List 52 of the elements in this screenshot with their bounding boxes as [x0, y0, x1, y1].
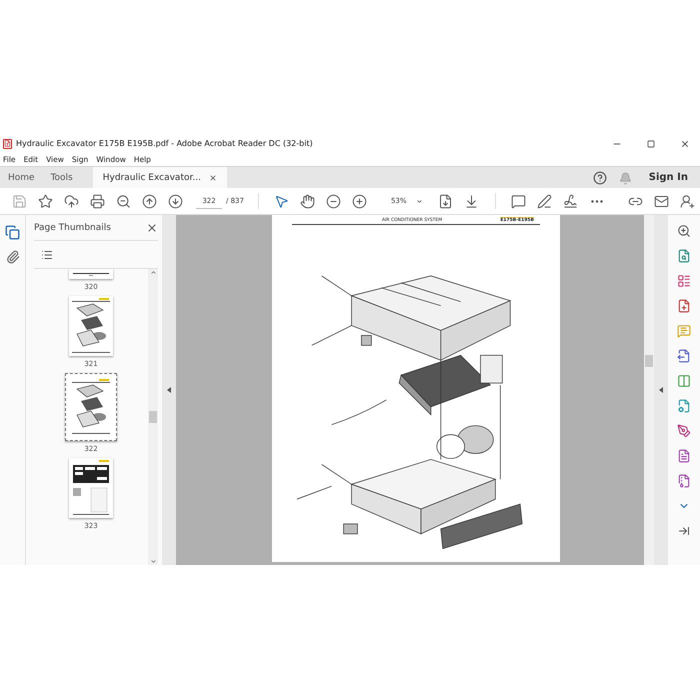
arrow-to-line-icon	[678, 524, 690, 536]
bell-icon	[619, 172, 632, 184]
file-settings-icon	[677, 398, 691, 412]
zoom-in-circle-icon	[352, 194, 368, 208]
app-icon	[3, 138, 12, 148]
scrollbar-thumb[interactable]	[645, 355, 653, 367]
sign-icon	[677, 424, 691, 438]
comment-icon	[677, 324, 691, 338]
save-icon	[12, 194, 26, 208]
caret-icon	[416, 198, 423, 204]
page-thumbnail[interactable]	[69, 296, 113, 356]
window-title: Hydraulic Excavator E175B E195B.pdf - Adobe Acrobat Reader DC (32-bit)	[16, 139, 314, 148]
zoom-out-circle-icon	[326, 194, 342, 208]
compare-icon	[677, 374, 691, 388]
previous-page-icon	[142, 194, 156, 208]
document-icon	[677, 448, 691, 462]
close-icon	[680, 138, 690, 148]
create-pdf-icon	[677, 298, 691, 312]
comment-icon	[511, 194, 526, 208]
signature-icon	[563, 194, 578, 208]
zoom-out-icon	[116, 194, 130, 208]
export-file-icon	[677, 348, 691, 362]
more-icon	[590, 200, 603, 202]
add-user-icon	[680, 194, 694, 208]
hand-icon	[300, 194, 316, 208]
upload-icon	[64, 194, 78, 208]
sign-in-button[interactable]: Sign In	[638, 167, 700, 188]
panel-title: Page Thumbnails	[34, 222, 111, 232]
page-thumbnail[interactable]	[65, 373, 117, 441]
scrollbar-thumb[interactable]	[149, 411, 157, 424]
next-page-icon	[168, 194, 182, 208]
archive-icon	[677, 474, 691, 488]
tab[interactable]: Tools	[42, 167, 81, 188]
scrollbar[interactable]	[644, 215, 654, 565]
tab[interactable]: Hydraulic Excavator...	[92, 167, 227, 188]
help-icon	[592, 171, 607, 185]
email-icon	[654, 194, 668, 208]
print-icon	[90, 194, 104, 208]
organize-pages-icon	[677, 274, 691, 288]
maximize-icon	[647, 140, 655, 148]
thumbnails-icon[interactable]	[5, 225, 20, 240]
highlight-icon	[537, 194, 552, 208]
scrollbar[interactable]	[148, 269, 158, 565]
close-icon[interactable]	[208, 174, 217, 182]
page-thumbnail[interactable]	[69, 458, 113, 518]
select-icon	[274, 194, 290, 208]
attachment-icon[interactable]	[6, 250, 20, 264]
close-icon[interactable]	[146, 222, 158, 234]
bookmark-icon	[38, 194, 52, 208]
page-thumbnail[interactable]	[69, 269, 113, 279]
zoom-in-icon	[677, 224, 691, 238]
tab[interactable]: Home	[0, 167, 43, 188]
